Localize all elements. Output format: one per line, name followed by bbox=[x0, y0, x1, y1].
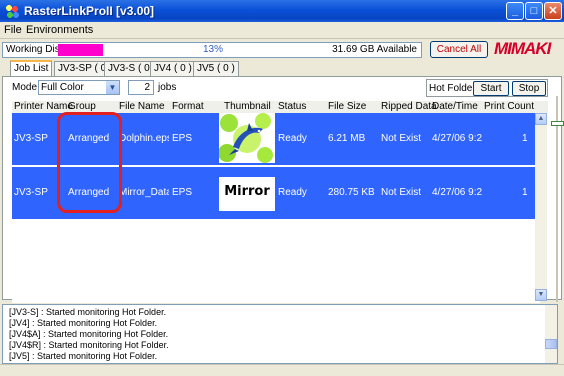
mimaki-logo: MIMAKI bbox=[494, 39, 551, 58]
window-title: RasterLinkProII [v3.00] bbox=[24, 4, 155, 18]
app-logo-icon bbox=[4, 3, 20, 19]
status-bar bbox=[0, 364, 564, 376]
mode-value: Full Color bbox=[41, 82, 84, 93]
header-file-name[interactable]: File Name bbox=[119, 101, 165, 112]
mode-label: Mode bbox=[12, 82, 38, 93]
app-window: RasterLinkProII [v3.00] _ □ ✕ File Envir… bbox=[0, 0, 564, 376]
jobs-count-field: 2 bbox=[128, 80, 154, 95]
cell-ripped-data: Not Exist bbox=[381, 187, 422, 198]
dolphin-thumbnail[interactable] bbox=[219, 113, 275, 163]
tab-job-list[interactable]: Job List bbox=[10, 60, 53, 77]
side-divider-handle[interactable] bbox=[551, 121, 564, 126]
disk-usage-bar bbox=[58, 44, 103, 56]
cancel-all-button[interactable]: Cancel All bbox=[430, 41, 488, 58]
disk-status-row: Working Disk(E:) 13% 31.69 GB Available … bbox=[0, 38, 564, 60]
menu-file[interactable]: File bbox=[4, 24, 22, 36]
mirror-thumbnail[interactable]: Mirror bbox=[219, 177, 275, 211]
cell-date-time: 4/27/06 9:2... bbox=[432, 187, 482, 198]
log-line: [JV4$A] : Started monitoring Hot Folder. bbox=[9, 329, 169, 339]
table-scrollbar[interactable]: ▲ ▼ bbox=[535, 113, 547, 301]
header-printer-name[interactable]: Printer Name bbox=[14, 101, 73, 112]
cell-printer: JV3-SP bbox=[14, 187, 48, 198]
chevron-down-icon[interactable]: ▼ bbox=[106, 81, 119, 94]
mode-select[interactable]: Full Color ▼ bbox=[38, 80, 120, 95]
log-panel[interactable]: [JV3-S] : Started monitoring Hot Folder.… bbox=[2, 304, 558, 364]
cell-printer: JV3-SP bbox=[14, 133, 48, 144]
disk-available: 31.69 GB Available bbox=[332, 44, 417, 55]
cell-file-size: 280.75 KB bbox=[328, 187, 375, 198]
hot-folder-start-button[interactable]: Start bbox=[473, 81, 509, 96]
header-file-size[interactable]: File Size bbox=[328, 101, 366, 112]
cell-file-name: Mirror_Data... bbox=[119, 187, 169, 198]
tab-jv5[interactable]: JV5 ( 0 ) bbox=[193, 61, 239, 76]
side-divider-track bbox=[556, 96, 558, 302]
maximize-button[interactable]: □ bbox=[525, 2, 543, 20]
log-line: [JV4] : Started monitoring Hot Folder. bbox=[9, 318, 158, 328]
minimize-button[interactable]: _ bbox=[506, 2, 524, 20]
log-line: [JV3-S] : Started monitoring Hot Folder. bbox=[9, 307, 167, 317]
printer-tabs: Job List JV3-SP ( 0 ) JV3-S ( 0 ) JV4 ( … bbox=[0, 60, 564, 77]
header-group[interactable]: Group bbox=[68, 101, 96, 112]
cell-format: EPS bbox=[172, 187, 193, 198]
cell-ripped-data: Not Exist bbox=[381, 133, 422, 144]
close-button[interactable]: ✕ bbox=[544, 2, 562, 20]
tab-jv4[interactable]: JV4 ( 0 ) bbox=[150, 61, 196, 76]
hot-folder-label: Hot Folder bbox=[429, 83, 476, 94]
header-thumbnail[interactable]: Thumbnail bbox=[224, 101, 271, 112]
title-bar[interactable]: RasterLinkProII [v3.00] _ □ ✕ bbox=[0, 0, 564, 22]
log-line: [JV4$R] : Started monitoring Hot Folder. bbox=[9, 340, 169, 350]
cell-date-time: 4/27/06 9:2... bbox=[432, 133, 482, 144]
menu-environments[interactable]: Environments bbox=[26, 24, 93, 36]
header-format[interactable]: Format bbox=[172, 101, 204, 112]
header-date-time[interactable]: Date/Time bbox=[432, 101, 478, 112]
cell-file-name: Dolphin.eps bbox=[119, 133, 169, 144]
hot-folder-stop-button[interactable]: Stop bbox=[512, 81, 546, 96]
group-column-highlight bbox=[57, 112, 122, 213]
log-scrollbar[interactable] bbox=[545, 305, 557, 363]
jobs-unit-label: jobs bbox=[158, 82, 177, 93]
menu-bar: File Environments bbox=[0, 22, 564, 38]
cell-format: EPS bbox=[172, 133, 193, 144]
header-status[interactable]: Status bbox=[278, 101, 306, 112]
hot-folder-group: Hot Folder Start Stop bbox=[426, 79, 548, 97]
header-ripped-data[interactable]: Ripped Data bbox=[381, 101, 437, 112]
header-print-count[interactable]: Print Count bbox=[484, 101, 534, 112]
disk-usage-percent: 13% bbox=[203, 44, 224, 55]
cell-status: Ready bbox=[278, 187, 307, 198]
working-disk-meter: Working Disk(E:) 13% 31.69 GB Available bbox=[2, 42, 422, 58]
scroll-down-icon[interactable]: ▼ bbox=[535, 289, 547, 301]
scroll-up-icon[interactable]: ▲ bbox=[535, 113, 547, 125]
cell-status: Ready bbox=[278, 133, 307, 144]
cell-print-count: 1 bbox=[522, 133, 528, 144]
log-line: [JV5] : Started monitoring Hot Folder. bbox=[9, 351, 158, 361]
cell-print-count: 1 bbox=[522, 187, 528, 198]
cell-file-size: 6.21 MB bbox=[328, 133, 366, 144]
log-scroll-thumb[interactable] bbox=[545, 339, 557, 349]
